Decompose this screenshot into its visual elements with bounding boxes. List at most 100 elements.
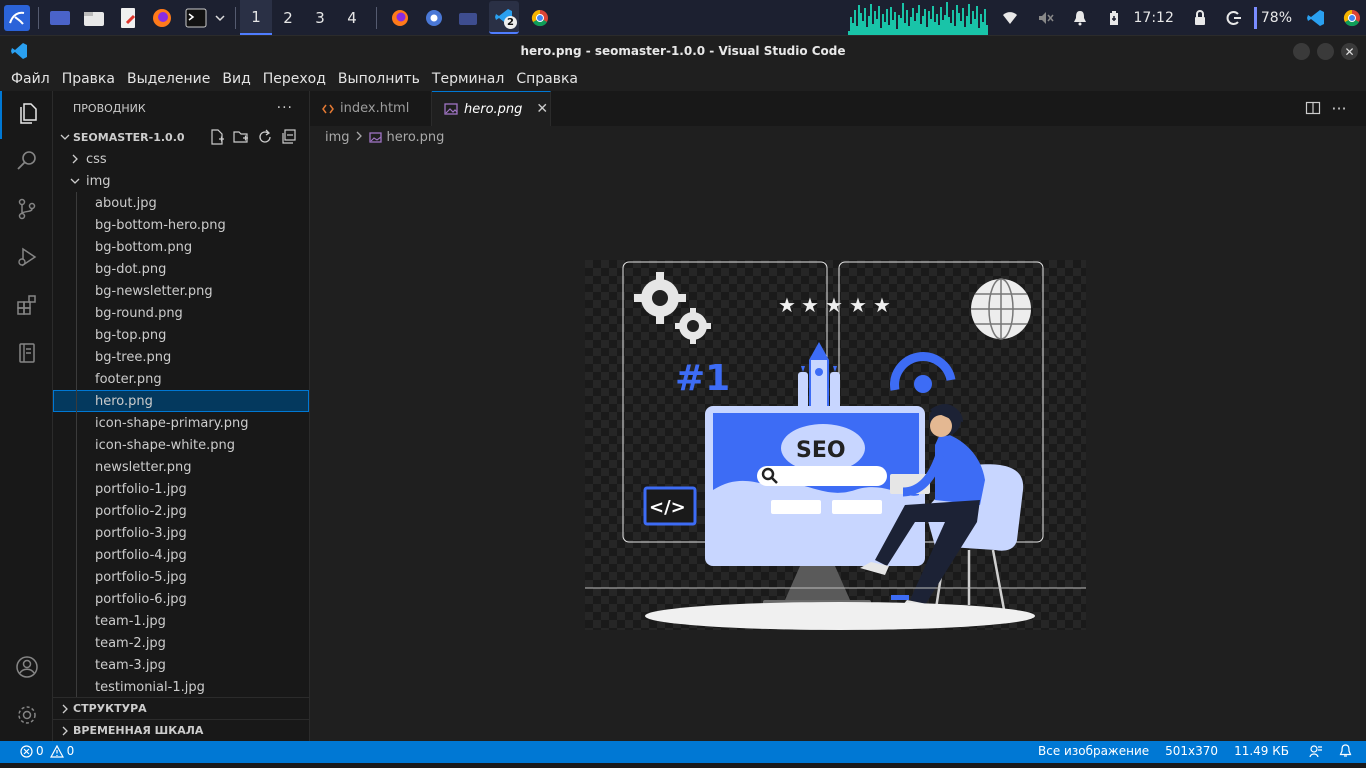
tab-hero-png[interactable]: hero.png ✕ — [432, 91, 551, 126]
file-item[interactable]: icon-shape-primary.png — [53, 412, 309, 434]
file-item[interactable]: footer.png — [53, 368, 309, 390]
vscode-task-icon[interactable]: 2 — [489, 1, 519, 34]
menu-terminal[interactable]: Терминал — [426, 71, 510, 87]
hero-image-preview[interactable]: ★ ★ ★ ★ ★ #1 SEO </> — [585, 260, 1086, 630]
problems-indicator[interactable]: 0 0 — [20, 744, 74, 758]
editor-more-actions-icon[interactable]: ··· — [1326, 99, 1352, 118]
file-item[interactable]: portfolio-2.jpg — [53, 500, 309, 522]
chrome-task-icon[interactable] — [527, 5, 553, 31]
split-editor-icon[interactable] — [1300, 100, 1326, 116]
file-item[interactable]: about.jpg — [53, 192, 309, 214]
file-item[interactable]: bg-dot.png — [53, 258, 309, 280]
workspace-1[interactable]: 1 — [240, 0, 272, 35]
workspace-4[interactable]: 4 — [336, 0, 368, 35]
close-window-button[interactable]: ✕ — [1341, 43, 1358, 60]
notifications-icon[interactable] — [1339, 744, 1352, 758]
run-debug-activity[interactable] — [0, 235, 53, 283]
html-file-icon — [322, 104, 334, 114]
file-item[interactable]: portfolio-6.jpg — [53, 588, 309, 610]
menu-help[interactable]: Справка — [510, 71, 584, 87]
file-item[interactable]: team-2.jpg — [53, 632, 309, 654]
file-item[interactable]: portfolio-1.jpg — [53, 478, 309, 500]
folder-img[interactable]: img — [53, 170, 309, 192]
timeline-section[interactable]: ВРЕМЕННАЯ ШКАЛА — [53, 719, 309, 741]
breadcrumb-folder[interactable]: img — [325, 130, 350, 145]
menu-file[interactable]: Файл — [5, 71, 56, 87]
file-item[interactable]: icon-shape-white.png — [53, 434, 309, 456]
accounts-activity[interactable] — [0, 645, 53, 693]
menu-go[interactable]: Переход — [257, 71, 332, 87]
logout-icon[interactable] — [1220, 0, 1248, 35]
wifi-icon[interactable] — [996, 0, 1024, 35]
file-item[interactable]: bg-top.png — [53, 324, 309, 346]
notifications-bell-icon[interactable] — [1066, 0, 1094, 35]
file-item[interactable]: team-1.jpg — [53, 610, 309, 632]
seo-label: SEO — [796, 438, 846, 463]
file-item[interactable]: hero.png — [53, 390, 309, 412]
workspace-3[interactable]: 3 — [304, 0, 336, 35]
folder-css[interactable]: css — [53, 148, 309, 170]
explorer-activity[interactable] — [0, 91, 53, 139]
file-item[interactable]: newsletter.png — [53, 456, 309, 478]
search-activity[interactable] — [0, 139, 53, 187]
feedback-icon[interactable] — [1309, 744, 1323, 758]
folder-task-icon[interactable] — [455, 5, 481, 31]
menu-edit[interactable]: Правка — [56, 71, 121, 87]
cpu-graph-bar — [985, 25, 988, 35]
menu-view[interactable]: Вид — [216, 71, 256, 87]
power-manager-icon[interactable] — [1100, 0, 1128, 35]
workspace-2[interactable]: 2 — [272, 0, 304, 35]
file-item[interactable]: portfolio-5.jpg — [53, 566, 309, 588]
terminal-icon[interactable] — [183, 5, 209, 31]
file-item[interactable]: bg-newsletter.png — [53, 280, 309, 302]
more-actions-icon[interactable]: ··· — [277, 100, 293, 116]
chromium-task-icon[interactable] — [421, 5, 447, 31]
new-file-icon[interactable] — [205, 129, 229, 145]
file-item[interactable]: team-3.jpg — [53, 654, 309, 676]
zoom-status[interactable]: Все изображение — [1038, 744, 1149, 758]
file-item[interactable]: bg-bottom.png — [53, 236, 309, 258]
file-manager-icon[interactable] — [81, 5, 107, 31]
file-item[interactable]: bg-tree.png — [53, 346, 309, 368]
kali-menu-icon[interactable] — [4, 4, 30, 31]
file-item[interactable]: portfolio-4.jpg — [53, 544, 309, 566]
chrome-tray-icon[interactable] — [1338, 0, 1366, 35]
refresh-icon[interactable] — [253, 129, 277, 145]
firefox-task-icon[interactable] — [387, 5, 413, 31]
minimize-button[interactable] — [1293, 43, 1310, 60]
indent-guide — [76, 258, 77, 280]
workspace-root[interactable]: SEOMASTER-1.0.0 — [53, 126, 309, 148]
indent-guide — [76, 214, 77, 236]
manage-activity[interactable] — [0, 693, 53, 741]
indent-guide — [76, 390, 77, 412]
menu-selection[interactable]: Выделение — [121, 71, 216, 87]
file-item[interactable]: portfolio-3.jpg — [53, 522, 309, 544]
file-item[interactable]: bg-round.png — [53, 302, 309, 324]
tab-index-html[interactable]: index.html — [310, 91, 432, 126]
new-folder-icon[interactable] — [229, 129, 253, 145]
file-item[interactable]: testimonial-1.jpg — [53, 676, 309, 698]
breadcrumb-file[interactable]: hero.png — [387, 130, 445, 145]
battery-indicator[interactable]: 78% — [1253, 6, 1292, 29]
lock-screen-icon[interactable] — [1186, 0, 1214, 35]
error-icon — [20, 744, 33, 758]
extensions-activity[interactable] — [0, 283, 53, 331]
source-control-activity[interactable] — [0, 187, 53, 235]
vscode-tray-icon[interactable] — [1302, 0, 1330, 35]
maximize-button[interactable] — [1317, 43, 1334, 60]
outline-section[interactable]: СТРУКТУРА — [53, 697, 309, 719]
desktop-icon[interactable] — [47, 5, 73, 31]
activity-bar — [0, 91, 53, 741]
file-item[interactable]: bg-bottom-hero.png — [53, 214, 309, 236]
chevron-down-icon[interactable] — [213, 5, 227, 31]
volume-muted-icon[interactable] — [1032, 0, 1060, 35]
firefox-icon[interactable] — [149, 5, 175, 31]
notebook-activity[interactable] — [0, 331, 53, 379]
menu-run[interactable]: Выполнить — [332, 71, 426, 87]
clock[interactable]: 17:12 — [1134, 10, 1174, 26]
status-bar: 0 0 Все изображение 501x370 11.49 КБ — [0, 741, 1366, 763]
close-tab-icon[interactable]: ✕ — [536, 101, 548, 117]
file-label: icon-shape-white.png — [95, 437, 236, 453]
text-editor-icon[interactable] — [115, 5, 141, 31]
collapse-all-icon[interactable] — [277, 129, 301, 145]
